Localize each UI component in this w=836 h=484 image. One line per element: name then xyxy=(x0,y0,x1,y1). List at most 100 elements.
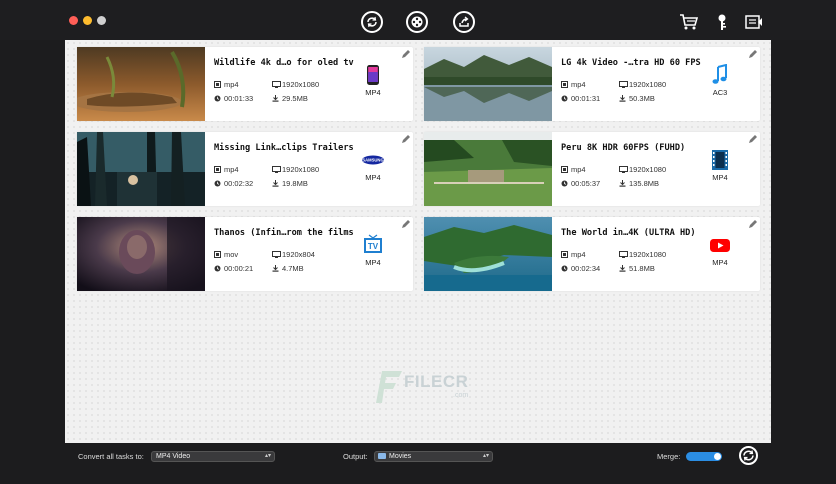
size-meta: 51.8MB xyxy=(619,264,655,273)
film-frame-icon xyxy=(561,251,568,258)
output-folder-select[interactable]: Movies ▴▾ xyxy=(374,451,493,462)
watermark-domain: .com xyxy=(453,392,469,399)
size-meta: 135.8MB xyxy=(619,179,659,188)
pencil-icon[interactable] xyxy=(748,134,758,144)
monitor-icon xyxy=(619,166,628,173)
video-title: LG 4k Video -…tra HD 60 FPS xyxy=(561,58,701,68)
minimize-window-button[interactable] xyxy=(83,16,92,25)
convert-icon xyxy=(743,450,754,461)
format-meta: mp4 xyxy=(561,250,586,259)
monitor-icon xyxy=(619,81,628,88)
clock-icon xyxy=(561,95,568,102)
size-meta: 4.7MB xyxy=(272,264,304,273)
video-thumbnail[interactable] xyxy=(424,47,552,121)
video-thumbnail[interactable] xyxy=(77,217,205,291)
download-icon xyxy=(272,265,279,272)
convert-all-button[interactable] xyxy=(739,446,758,465)
filecr-logo xyxy=(376,371,402,403)
video-title: Wildlife 4k d…o for oled tv xyxy=(214,58,354,68)
output-format-button[interactable]: MP4 xyxy=(702,234,738,267)
close-window-button[interactable] xyxy=(69,16,78,25)
key-icon[interactable] xyxy=(716,13,728,32)
resolution-meta: 1920x1080 xyxy=(619,165,666,174)
pencil-icon[interactable] xyxy=(401,219,411,229)
output-label: Output: xyxy=(343,452,368,461)
format-meta: mp4 xyxy=(214,80,239,89)
film-frame-icon xyxy=(561,81,568,88)
music-note-icon xyxy=(712,64,727,84)
task-card[interactable]: Peru 8K HDR 60FPS (FUHD) mp4 00:05:37 19… xyxy=(424,132,760,206)
video-title: Missing Link…clips Trailers xyxy=(214,143,354,153)
pencil-icon[interactable] xyxy=(401,134,411,144)
convert-icon xyxy=(367,16,377,28)
film-frame-icon xyxy=(214,81,221,88)
film-frame-icon xyxy=(214,166,221,173)
toggle-knob xyxy=(714,453,721,460)
format-meta: mp4 xyxy=(561,80,586,89)
youtube-icon xyxy=(710,239,730,252)
resolution-meta: 1920x1080 xyxy=(272,165,319,174)
video-title: The World in…4K (ULTRA HD) xyxy=(561,228,696,238)
task-card[interactable]: The World in…4K (ULTRA HD) mp4 00:02:34 … xyxy=(424,217,760,291)
folder-icon xyxy=(378,453,386,459)
format-meta: mp4 xyxy=(561,165,586,174)
film-frame-icon xyxy=(561,166,568,173)
svg-text:SAMSUNG: SAMSUNG xyxy=(362,158,383,163)
output-format-button[interactable]: SAMSUNG MP4 xyxy=(355,149,391,182)
download-icon xyxy=(272,95,279,102)
task-card[interactable]: Wildlife 4k d…o for oled tv mp4 00:01:33… xyxy=(77,47,413,121)
output-format-button[interactable]: TV MP4 xyxy=(355,234,391,267)
clock-icon xyxy=(561,180,568,187)
resolution-meta: 1920x1080 xyxy=(619,80,666,89)
download-icon xyxy=(619,95,626,102)
merge-label: Merge: xyxy=(657,452,681,461)
task-card[interactable]: Missing Link…clips Trailers mp4 00:02:32… xyxy=(77,132,413,206)
pencil-icon[interactable] xyxy=(748,219,758,229)
video-thumbnail[interactable] xyxy=(424,132,552,206)
film-strip-icon xyxy=(712,150,728,170)
size-meta: 50.3MB xyxy=(619,94,655,103)
task-card[interactable]: Thanos (Infin…rom the films mov 00:00:21… xyxy=(77,217,413,291)
share-icon xyxy=(459,16,469,27)
merge-toggle[interactable] xyxy=(686,452,722,461)
size-meta: 19.8MB xyxy=(272,179,308,188)
duration-meta: 00:01:33 xyxy=(214,94,253,103)
register-icon[interactable] xyxy=(744,13,764,31)
monitor-icon xyxy=(272,251,281,258)
clock-icon xyxy=(561,265,568,272)
film-reel-icon xyxy=(411,16,423,28)
clock-icon xyxy=(214,265,221,272)
cart-icon[interactable] xyxy=(679,13,699,31)
size-meta: 29.5MB xyxy=(272,94,308,103)
video-thumbnail[interactable] xyxy=(424,217,552,291)
film-frame-icon xyxy=(214,251,221,258)
download-icon xyxy=(272,180,279,187)
iphone-icon xyxy=(367,65,379,85)
toolbar xyxy=(0,0,836,40)
media-tab[interactable] xyxy=(406,11,428,33)
duration-meta: 00:01:31 xyxy=(561,94,600,103)
duration-meta: 00:02:32 xyxy=(214,179,253,188)
video-thumbnail[interactable] xyxy=(77,132,205,206)
monitor-icon xyxy=(272,81,281,88)
svg-text:TV: TV xyxy=(368,242,379,251)
output-format-button[interactable]: MP4 xyxy=(702,149,738,182)
pencil-icon[interactable] xyxy=(401,49,411,59)
watermark-brand: FILECR xyxy=(404,372,469,391)
task-card[interactable]: LG 4k Video -…tra HD 60 FPS mp4 00:01:31… xyxy=(424,47,760,121)
resolution-meta: 1920x1080 xyxy=(619,250,666,259)
pencil-icon[interactable] xyxy=(748,49,758,59)
download-icon xyxy=(619,265,626,272)
zoom-window-button[interactable] xyxy=(97,16,106,25)
convert-all-select[interactable]: MP4 Video ▴▾ xyxy=(151,451,275,462)
duration-meta: 00:05:37 xyxy=(561,179,600,188)
convert-tab[interactable] xyxy=(361,11,383,33)
output-format-button[interactable]: MP4 xyxy=(355,64,391,97)
video-thumbnail[interactable] xyxy=(77,47,205,121)
video-title: Thanos (Infin…rom the films xyxy=(214,228,354,238)
clock-icon xyxy=(214,95,221,102)
convert-all-label: Convert all tasks to: xyxy=(78,452,144,461)
share-tab[interactable] xyxy=(453,11,475,33)
output-format-button[interactable]: AC3 xyxy=(702,64,738,97)
video-title: Peru 8K HDR 60FPS (FUHD) xyxy=(561,143,686,153)
